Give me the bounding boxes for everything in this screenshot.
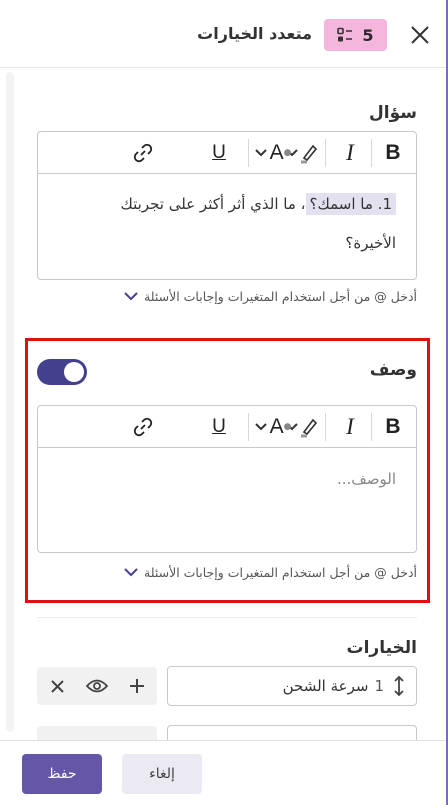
underline-button[interactable]: U [204, 139, 234, 167]
option-index: 1 [374, 677, 384, 695]
italic-icon: I [346, 140, 354, 165]
chevron-down-icon [254, 423, 267, 431]
question-text-area[interactable]: 1. ما اسمك؟، ما الذي أثر أكثر على تجربتك… [38, 174, 416, 279]
toggle-visibility-button[interactable] [82, 671, 112, 701]
question-toolbar: B I A ● U [38, 132, 416, 174]
question-editor: B I A ● U 1. ما اسمك؟، ما الذي أثر أكثر … [37, 131, 417, 280]
color-drop-icon: ● [283, 148, 292, 158]
underline-button[interactable]: U [204, 413, 234, 441]
link-button[interactable] [128, 413, 158, 441]
description-editor: B I A ● U الوصف... [37, 405, 417, 553]
description-placeholder: الوصف... [336, 470, 396, 488]
font-color-dropdown[interactable]: A ● [250, 139, 296, 167]
option-actions-2 [37, 726, 157, 740]
font-color-dropdown[interactable]: A ● [250, 413, 296, 441]
question-line-2: الأخيرة؟ [345, 234, 396, 252]
section-divider [37, 617, 417, 618]
question-number: 5 [362, 25, 374, 45]
toggle-knob [64, 362, 84, 382]
italic-button[interactable]: I [335, 139, 365, 167]
eye-icon [86, 679, 108, 693]
question-text: ، ما الذي أثر أكثر على تجربتك [120, 195, 306, 213]
bold-button[interactable]: B [378, 139, 408, 167]
close-icon [411, 26, 429, 44]
question-line-1: 1. ما اسمك؟، ما الذي أثر أكثر على تجربتك [120, 193, 396, 215]
font-color-icon: A [269, 415, 284, 438]
highlight-icon [301, 418, 318, 438]
color-drop-icon: ● [283, 422, 292, 432]
underline-icon: U [212, 416, 226, 437]
save-button[interactable]: حفظ [22, 754, 102, 794]
chevron-down-icon [124, 292, 138, 301]
options-label: الخيارات [346, 638, 417, 658]
sort-arrows-icon [394, 675, 404, 697]
close-icon [50, 679, 64, 693]
page-title: متعدد الخيارات [197, 24, 312, 43]
underline-icon: U [212, 142, 226, 163]
highlight-icon [301, 144, 318, 164]
chevron-down-icon [254, 149, 267, 157]
chevron-down-icon [124, 568, 138, 577]
description-text-area[interactable]: الوصف... [38, 448, 416, 552]
description-toggle[interactable] [37, 359, 87, 385]
italic-icon: I [346, 414, 354, 439]
question-label: سؤال [369, 103, 417, 123]
option-value: سرعة الشحن [282, 677, 369, 695]
scrollbar[interactable] [6, 72, 14, 732]
description-hint[interactable]: أدخل @ من أجل استخدام المتغيرات وإجابات … [124, 565, 417, 580]
option-field-2[interactable] [167, 725, 417, 740]
italic-button[interactable]: I [335, 413, 365, 441]
question-type-badge: 5 [324, 19, 387, 51]
multiple-choice-icon [337, 27, 353, 42]
link-icon [133, 417, 153, 437]
drag-handle[interactable] [388, 667, 410, 705]
editor-panel: 5 متعدد الخيارات سؤال B I A ● U 1. ما اس… [0, 0, 448, 805]
question-hint[interactable]: أدخل @ من أجل استخدام المتغيرات وإجابات … [124, 289, 417, 304]
remove-option-button[interactable] [42, 671, 72, 701]
bold-icon: B [385, 141, 401, 164]
add-option-button[interactable] [122, 671, 152, 701]
panel-header: 5 متعدد الخيارات [0, 0, 446, 68]
link-icon [133, 143, 153, 163]
bold-button[interactable]: B [378, 413, 408, 441]
description-toolbar: B I A ● U [38, 406, 416, 448]
font-color-icon: A [269, 141, 284, 164]
close-button[interactable] [404, 20, 436, 50]
variable-chip[interactable]: 1. ما اسمك؟ [305, 193, 396, 215]
plus-icon [130, 679, 144, 693]
option-field-1[interactable]: 1 سرعة الشحن [167, 666, 417, 706]
bold-icon: B [385, 415, 401, 438]
cancel-button[interactable]: إلغاء [122, 754, 202, 794]
panel-footer: حفظ إلغاء [0, 740, 446, 805]
option-actions [37, 667, 157, 705]
description-label: وصف [369, 360, 417, 380]
link-button[interactable] [128, 139, 158, 167]
